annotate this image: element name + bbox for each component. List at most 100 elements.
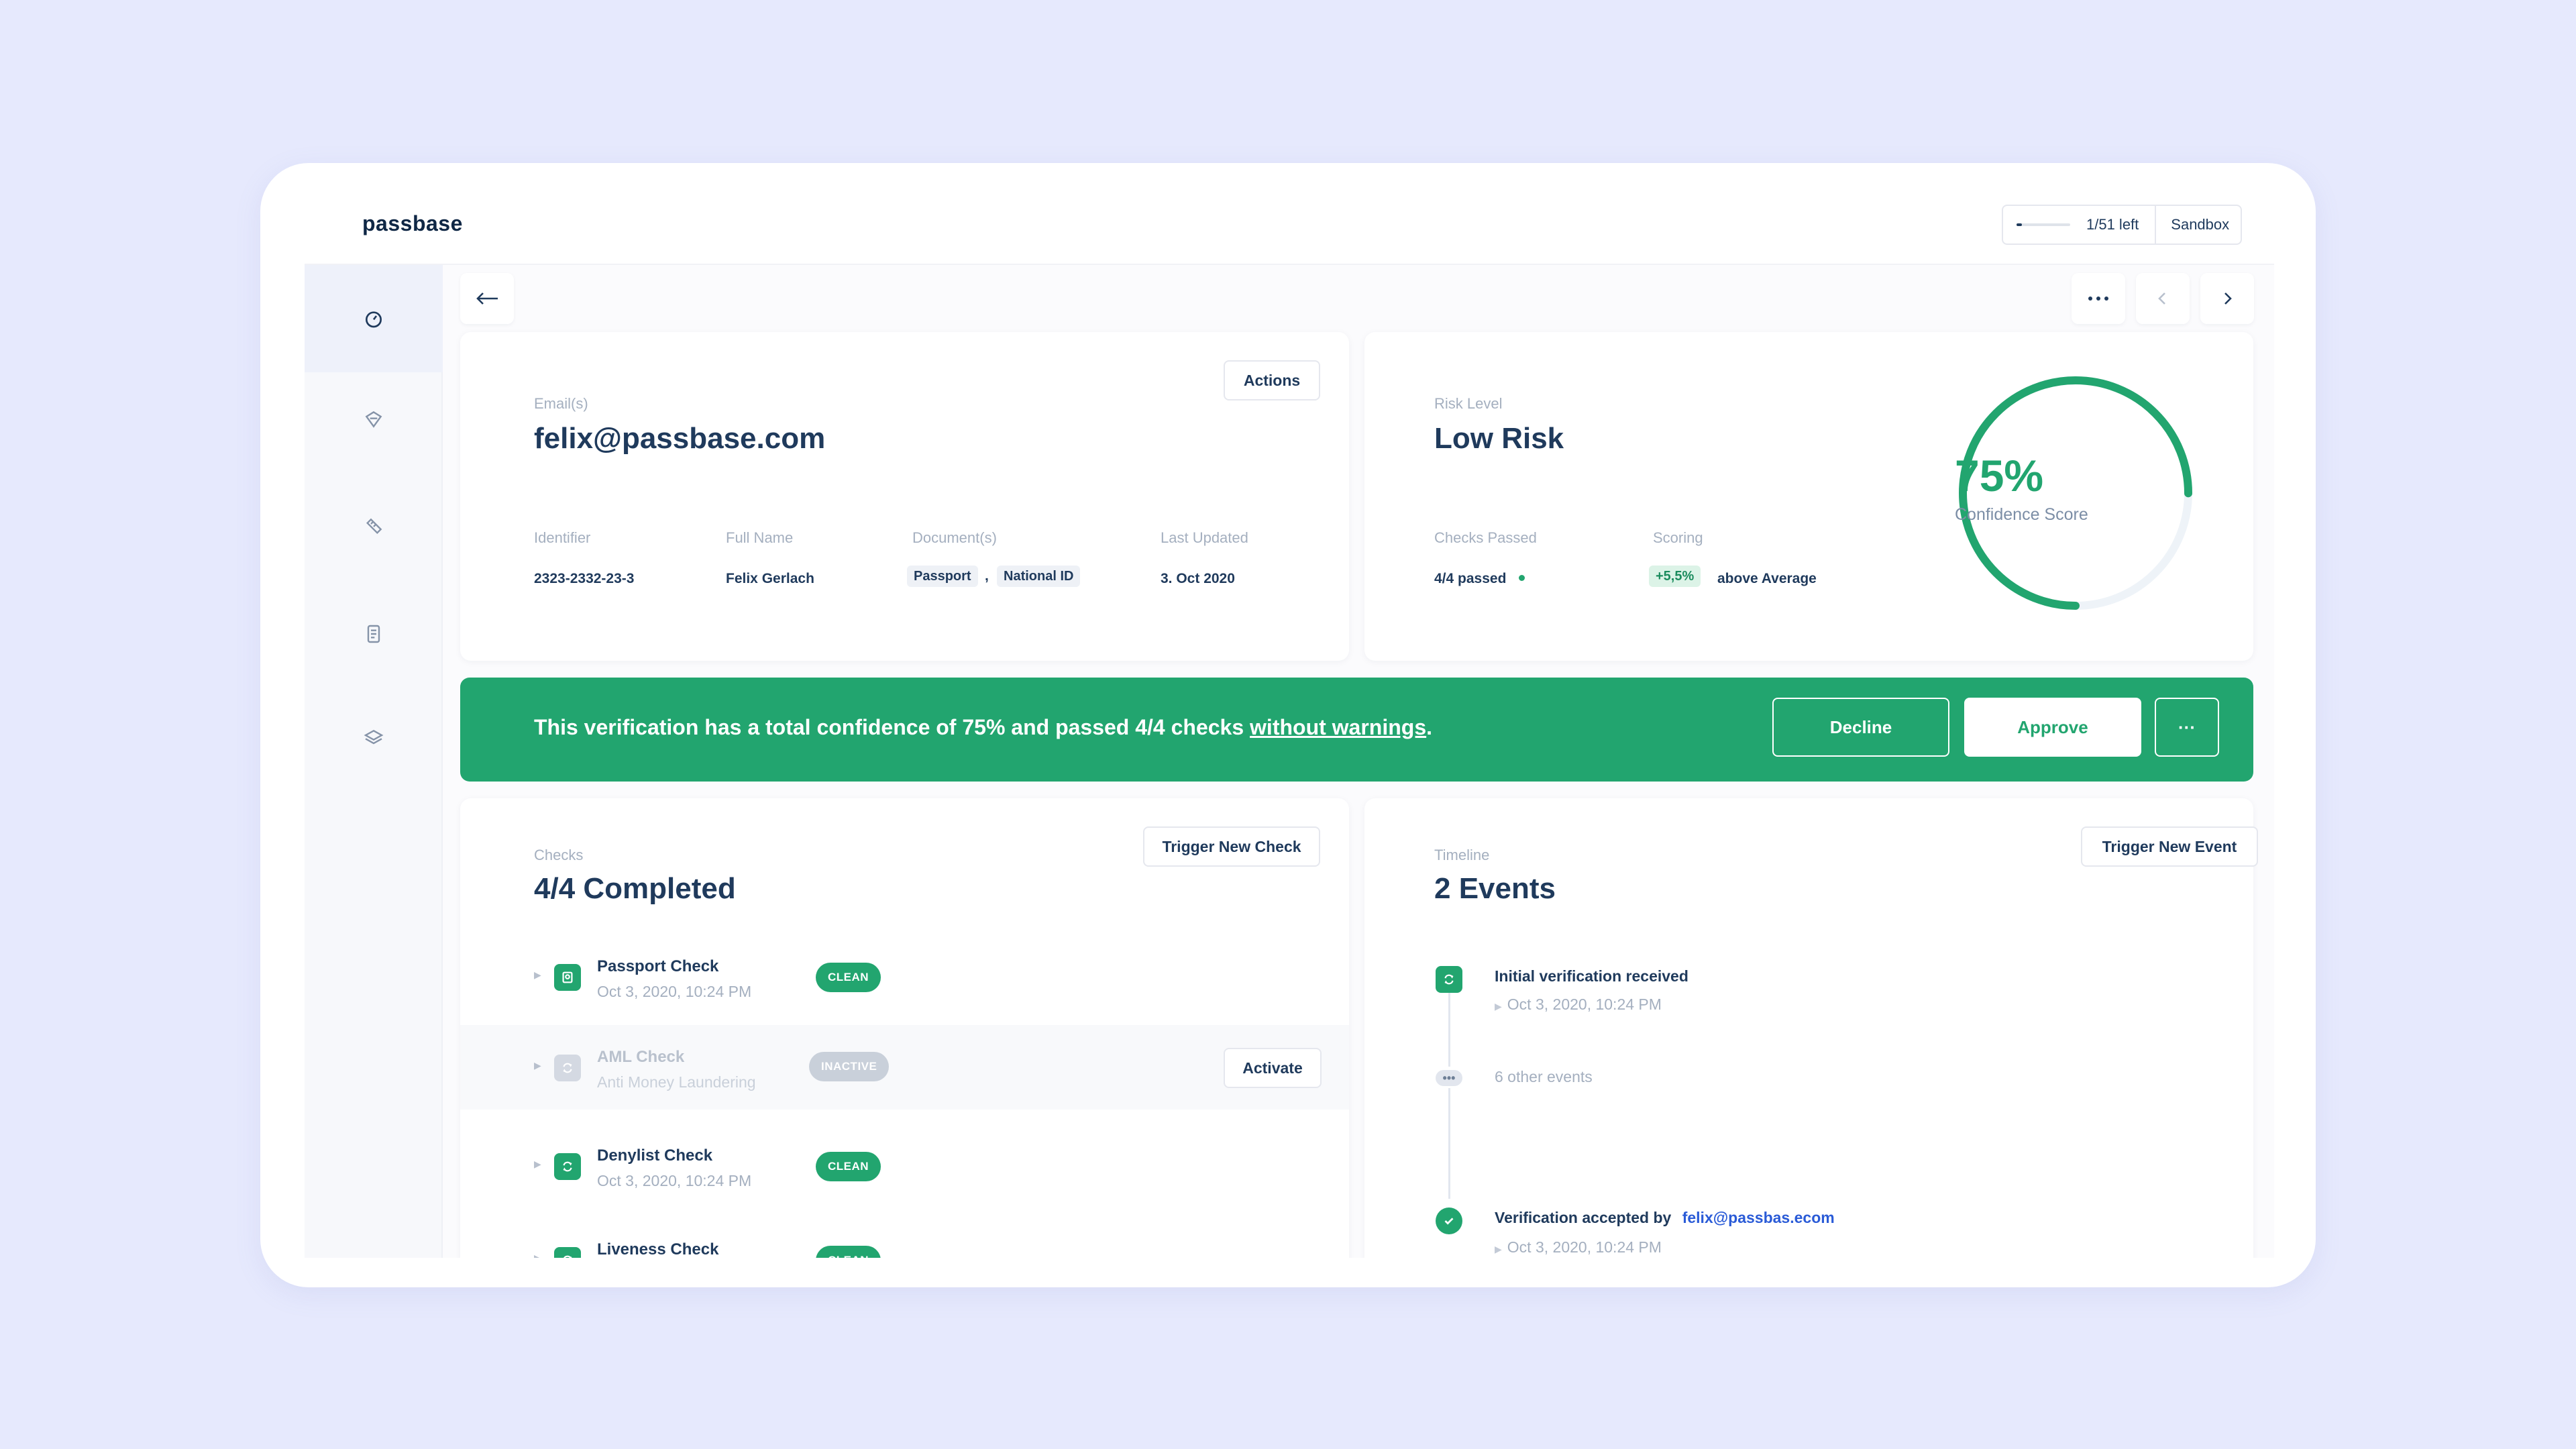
back-button[interactable] <box>460 273 514 324</box>
quota-left-text: 1/51 left <box>2086 216 2139 233</box>
timeline-event-date-text: Oct 3, 2020, 10:24 PM <box>1507 996 1662 1013</box>
check-name: Passport Check <box>597 957 719 975</box>
documents-separator: , <box>985 568 989 584</box>
check-date: Oct 3, 2020, 10:24 PM <box>597 983 752 1000</box>
banner-warnings-link[interactable]: without warnings <box>1250 715 1426 739</box>
identity-card: Actions Email(s) felix@passbase.com Iden… <box>460 332 1349 661</box>
check-row-passport[interactable]: ▶ Passport Check Oct 3, 2020, 10:24 PM C… <box>460 936 1349 1020</box>
expand-caret-icon[interactable]: ▶ <box>1495 1244 1502 1254</box>
checks-passed-label: Checks Passed <box>1434 529 1537 546</box>
environment-label[interactable]: Sandbox <box>2171 216 2229 233</box>
fullname-value: Felix Gerlach <box>726 571 814 586</box>
quota-divider <box>2155 205 2157 245</box>
check-badge-icon <box>1436 1208 1462 1234</box>
status-badge: CLEAN <box>816 1152 881 1181</box>
document-chip-passport: Passport <box>907 566 978 587</box>
liveness-check-icon <box>554 1247 581 1258</box>
chevron-left-icon <box>2158 292 2165 305</box>
timeline-connector <box>1448 1088 1450 1199</box>
sidebar-item-documents[interactable] <box>305 580 443 688</box>
check-description: Anti Money Laundering <box>597 1073 756 1091</box>
app-logo: passbase <box>362 211 463 235</box>
check-row-aml[interactable]: ▶ AML Check Anti Money Laundering INACTI… <box>460 1025 1349 1110</box>
decline-button[interactable]: Decline <box>1772 698 1949 757</box>
check-date: Oct 3, 2020, 10:24 PM <box>597 1172 752 1189</box>
checks-title: 4/4 Completed <box>534 872 736 905</box>
check-row-denylist[interactable]: ▶ Denylist Check Oct 3, 2020, 10:24 PM C… <box>460 1125 1349 1210</box>
top-bar: passbase 1/51 left Sandbox <box>305 184 2274 265</box>
expand-caret-icon[interactable]: ▶ <box>534 1252 541 1258</box>
expand-caret-icon[interactable]: ▶ <box>534 1060 541 1071</box>
other-events-text[interactable]: 6 other events <box>1495 1068 1593 1086</box>
scoring-label: Scoring <box>1653 529 1703 546</box>
sidebar <box>305 265 443 1258</box>
sidebar-item-tags[interactable] <box>305 473 443 580</box>
identifier-value: 2323-2332-23-3 <box>534 571 635 586</box>
checks-card: Checks 4/4 Completed Trigger New Check ▶… <box>460 798 1349 1258</box>
actions-button[interactable]: Actions <box>1224 360 1320 400</box>
checks-passed-value: 4/4 passed <box>1434 571 1507 586</box>
approve-button[interactable]: Approve <box>1964 698 2141 757</box>
timeline-event-date: ▶ Oct 3, 2020, 10:24 PM <box>1495 1238 1662 1256</box>
sidebar-item-security[interactable] <box>305 366 443 473</box>
confidence-label: Confidence Score <box>1955 505 2088 524</box>
shield-scan-icon <box>365 411 382 428</box>
risk-level-label: Risk Level <box>1434 395 1503 412</box>
more-events-dots-icon[interactable]: ••• <box>1436 1070 1462 1086</box>
email-value: felix@passbase.com <box>534 422 826 455</box>
banner-more-button[interactable]: ··· <box>2155 698 2219 757</box>
check-name: AML Check <box>597 1048 685 1066</box>
risk-level-value: Low Risk <box>1434 422 1564 455</box>
confidence-percent: 75% <box>1955 451 2044 500</box>
document-icon <box>367 625 380 643</box>
back-arrow-icon <box>476 292 498 305</box>
sidebar-item-layers[interactable] <box>305 684 443 792</box>
banner-message: This verification has a total confidence… <box>534 715 1432 740</box>
checks-label: Checks <box>534 847 584 863</box>
expand-caret-icon[interactable]: ▶ <box>534 969 541 981</box>
passport-check-icon <box>554 964 581 991</box>
previous-button[interactable] <box>2136 273 2190 324</box>
timeline-event-date-text: Oct 3, 2020, 10:24 PM <box>1507 1238 1662 1256</box>
risk-card: Risk Level Low Risk Checks Passed 4/4 pa… <box>1364 332 2253 661</box>
denylist-check-icon <box>554 1153 581 1180</box>
ruler-tag-icon <box>366 518 382 535</box>
more-dots-icon <box>2088 297 2108 301</box>
document-chip-national-id: National ID <box>997 566 1081 587</box>
checks-status-dot <box>1519 575 1525 581</box>
last-updated-label: Last Updated <box>1161 529 1248 546</box>
last-updated-value: 3. Oct 2020 <box>1161 571 1235 586</box>
verification-banner: This verification has a total confidence… <box>460 678 2253 782</box>
timeline-event-title: Initial verification received <box>1495 967 1688 985</box>
aml-check-icon <box>554 1055 581 1081</box>
trigger-new-event-button[interactable]: Trigger New Event <box>2081 826 2258 867</box>
activate-button[interactable]: Activate <box>1224 1048 1322 1088</box>
quota-indicator[interactable]: 1/51 left Sandbox <box>2002 205 2242 245</box>
fullname-label: Full Name <box>726 529 794 546</box>
quota-progress-bar <box>2017 223 2070 226</box>
trigger-new-check-button[interactable]: Trigger New Check <box>1143 826 1320 867</box>
app-screen: passbase 1/51 left Sandbox Actions Email… <box>305 184 2274 1258</box>
dashboard-gauge-icon <box>366 311 382 328</box>
status-badge: INACTIVE <box>809 1052 890 1081</box>
timeline-card: Timeline 2 Events Trigger New Event Init… <box>1364 798 2258 1258</box>
next-button[interactable] <box>2200 273 2254 324</box>
banner-text: This verification has a total confidence… <box>534 715 1250 739</box>
timeline-event-title-text: Verification accepted by <box>1495 1209 1672 1226</box>
status-badge: CLEAN <box>816 963 881 992</box>
confidence-gauge: 75% Confidence Score <box>1955 372 2196 614</box>
email-label: Email(s) <box>534 395 588 412</box>
banner-end: . <box>1426 715 1433 739</box>
scoring-text: above Average <box>1717 571 1817 586</box>
check-name: Liveness Check <box>597 1240 719 1258</box>
check-name: Denylist Check <box>597 1146 713 1165</box>
expand-caret-icon[interactable]: ▶ <box>1495 1001 1502 1012</box>
sidebar-item-dashboard[interactable] <box>305 265 443 372</box>
layers-icon <box>364 729 384 745</box>
check-row-liveness[interactable]: ▶ Liveness Check CLEAN <box>460 1219 1349 1258</box>
accepted-by-email-link[interactable]: felix@passbas.ecom <box>1682 1209 1835 1226</box>
expand-caret-icon[interactable]: ▶ <box>534 1159 541 1170</box>
refresh-icon <box>1436 966 1462 993</box>
more-options-button[interactable] <box>2072 273 2125 324</box>
scoring-chip: +5,5% <box>1649 566 1701 587</box>
